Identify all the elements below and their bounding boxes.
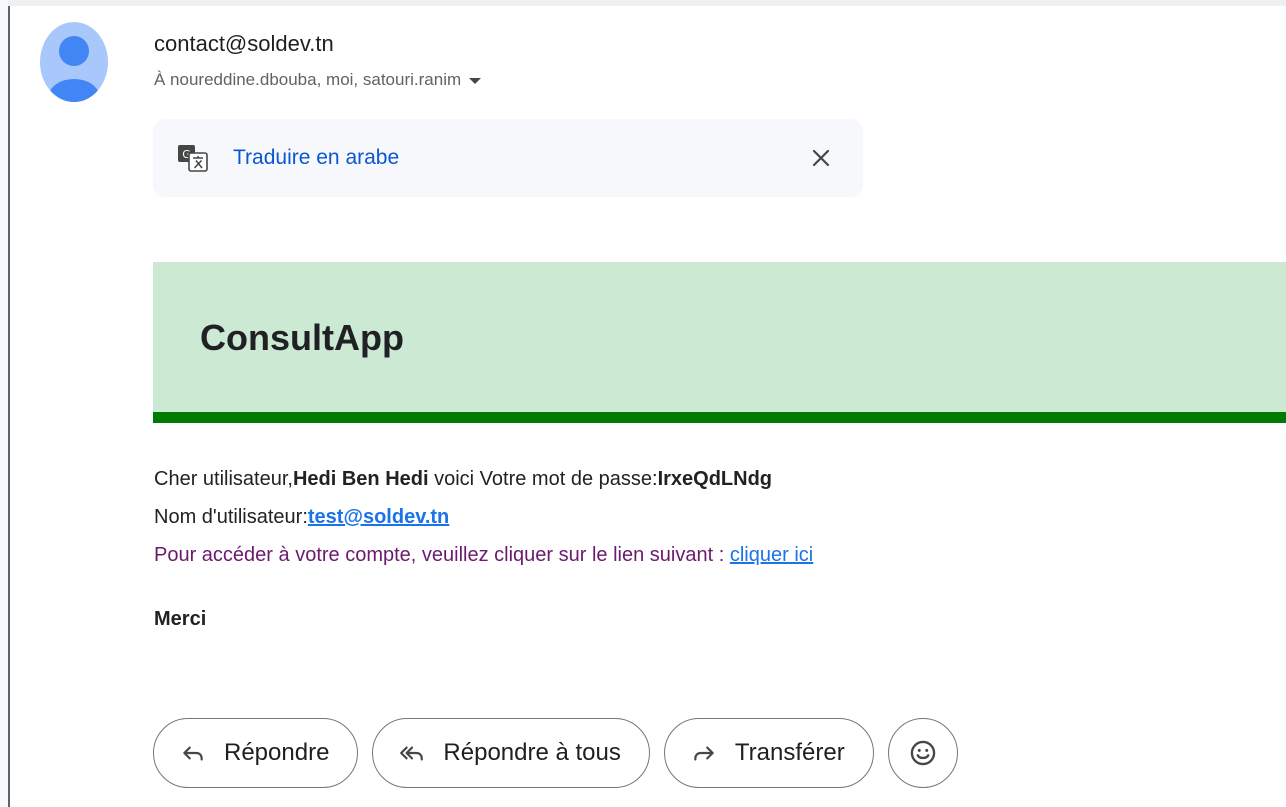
sender-address: contact@soldev.tn — [154, 31, 334, 56]
translate-icon: G — [177, 144, 209, 172]
recipients-text: À noureddine.dbouba, moi, satouri.ranim — [154, 70, 462, 89]
brand-title: ConsultApp — [200, 317, 404, 358]
access-line: Pour accéder à votre compte, veuillez cl… — [154, 543, 813, 567]
access-link[interactable]: cliquer ici — [730, 544, 813, 566]
username-line: Nom d'utilisateur:test@soldev.tn — [154, 505, 449, 529]
reply-all-label: Répondre à tous — [443, 739, 621, 766]
forward-button[interactable]: Transférer — [663, 718, 874, 788]
forward-label: Transférer — [734, 739, 845, 766]
reply-button[interactable]: Répondre — [153, 718, 359, 788]
person-avatar-icon[interactable] — [40, 22, 108, 102]
access-text: Pour accéder à votre compte, veuillez cl… — [154, 544, 730, 566]
email-header-band: ConsultApp — [153, 262, 1286, 412]
greeting-prefix: Cher utilisateur, — [154, 468, 293, 490]
reply-all-button[interactable]: Répondre à tous — [372, 718, 650, 788]
translate-bar: G Traduire en arabe — [153, 119, 863, 197]
left-panel-edge — [0, 0, 10, 807]
message-actions: Répondre Répondre à tous Transférer — [153, 717, 958, 789]
emoji-reaction-button[interactable] — [887, 718, 958, 788]
recipients-line[interactable]: À noureddine.dbouba, moi, satouri.ranim — [154, 70, 482, 90]
username-link[interactable]: test@soldev.tn — [308, 506, 449, 528]
emoji-icon — [910, 740, 935, 766]
password-label: voici Votre mot de passe: — [428, 468, 658, 490]
username-label: Nom d'utilisateur: — [154, 506, 308, 528]
email-header-divider — [153, 412, 1286, 423]
close-icon[interactable] — [807, 144, 835, 172]
triangle-down-icon[interactable] — [469, 78, 482, 84]
forward-icon — [694, 746, 714, 761]
top-panel-edge — [8, 0, 1286, 6]
reply-icon — [183, 746, 203, 761]
translate-link[interactable]: Traduire en arabe — [233, 145, 399, 171]
user-name: Hedi Ben Hedi — [292, 468, 429, 490]
greeting-line: Cher utilisateur,Hedi Ben Hedi voici Vot… — [154, 467, 772, 491]
closing-text: Merci — [154, 608, 207, 630]
password-value: IrxeQdLNdg — [657, 468, 773, 490]
reply-all-icon — [400, 746, 424, 761]
reply-label: Répondre — [224, 739, 330, 766]
